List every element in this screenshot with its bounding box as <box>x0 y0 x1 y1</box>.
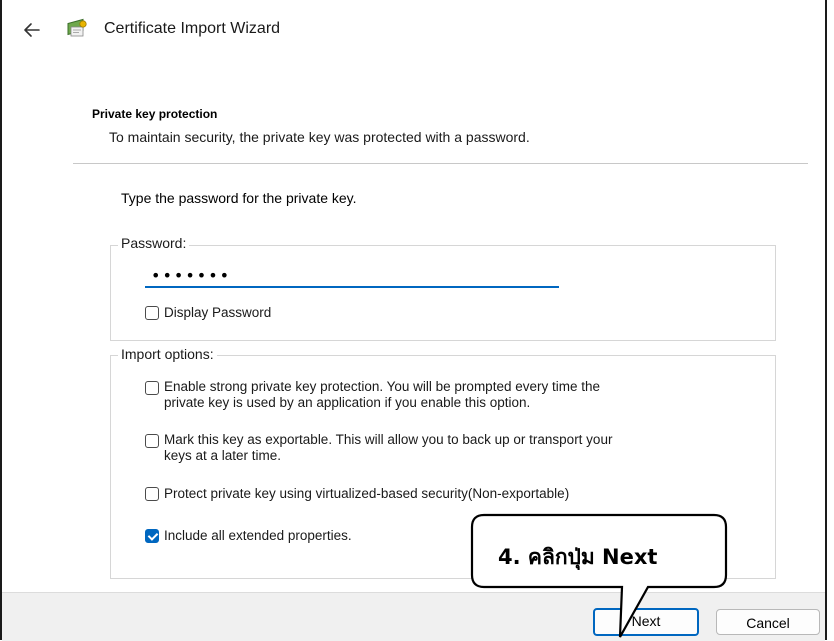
section-description: To maintain security, the private key wa… <box>109 129 530 145</box>
wizard-window: Certificate Import Wizard Private key pr… <box>0 0 834 641</box>
display-password-label[interactable]: Display Password <box>164 305 271 321</box>
header-divider <box>73 163 808 164</box>
vbs-protection-checkbox[interactable] <box>145 487 159 501</box>
strong-protection-checkbox[interactable] <box>145 381 159 395</box>
password-group <box>110 245 776 341</box>
password-field[interactable] <box>145 264 559 288</box>
extended-properties-label[interactable]: Include all extended properties. <box>164 528 352 544</box>
cancel-button[interactable]: Cancel <box>716 609 820 635</box>
exportable-line2: keys at a later time. <box>164 448 282 463</box>
strong-protection-line1: Enable strong private key protection. Yo… <box>164 379 600 394</box>
section-title: Private key protection <box>92 107 218 121</box>
extended-properties-checkbox[interactable] <box>145 529 159 543</box>
vbs-protection-label[interactable]: Protect private key using virtualized-ba… <box>164 486 569 502</box>
password-legend: Password: <box>118 235 190 251</box>
exportable-checkbox[interactable] <box>145 434 159 448</box>
strong-protection-label[interactable]: Enable strong private key protection. Yo… <box>164 379 600 411</box>
display-password-checkbox[interactable] <box>145 306 159 320</box>
strong-protection-line2: private key is used by an application if… <box>164 395 531 410</box>
back-arrow-icon[interactable] <box>20 18 44 42</box>
window-title: Certificate Import Wizard <box>104 20 281 37</box>
exportable-label[interactable]: Mark this key as exportable. This will a… <box>164 432 612 464</box>
exportable-line1: Mark this key as exportable. This will a… <box>164 432 613 447</box>
window-right-border <box>825 0 827 640</box>
import-options-legend: Import options: <box>118 346 217 362</box>
certificate-icon <box>66 18 88 40</box>
annotation-callout-text: 4. คลิกปุ่ม Next <box>498 545 658 569</box>
instruction-text: Type the password for the private key. <box>121 190 357 206</box>
window-left-border <box>0 0 2 640</box>
